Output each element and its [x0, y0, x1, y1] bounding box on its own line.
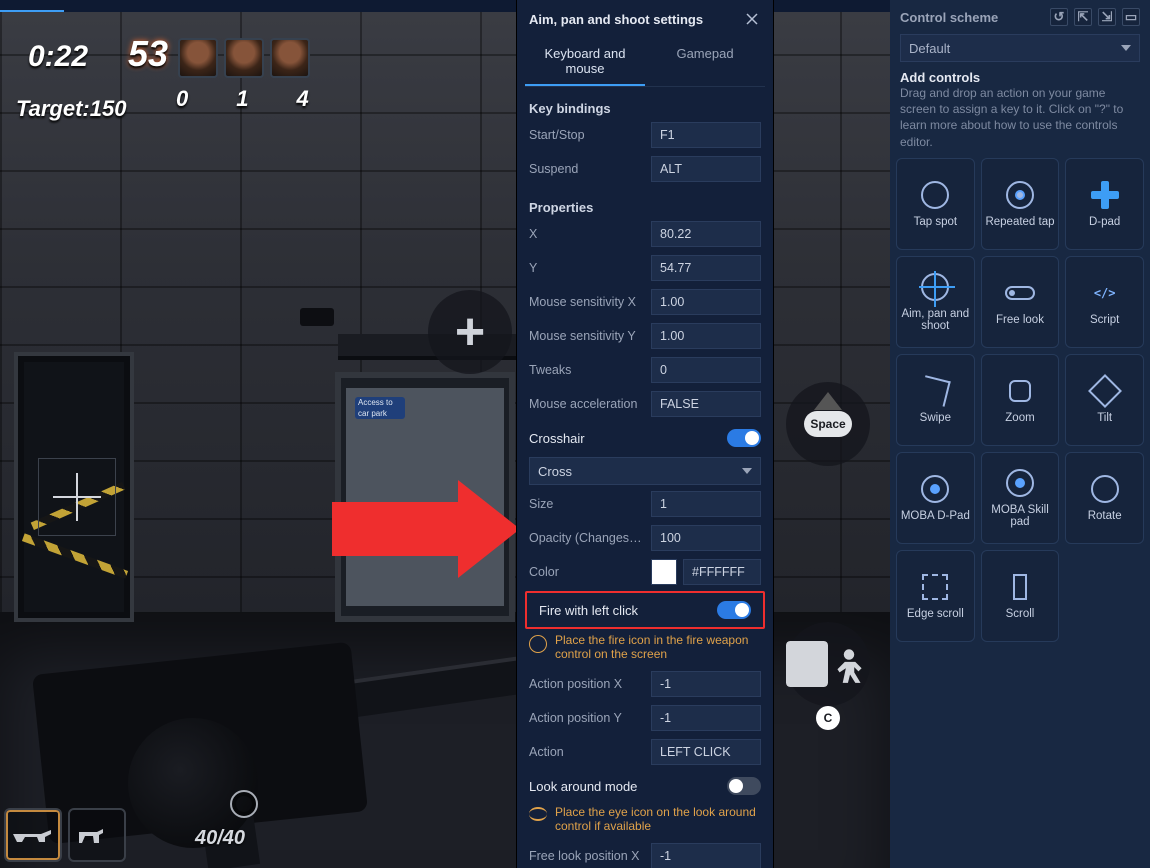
jump-key-label: Space: [804, 411, 852, 437]
panel-title: Aim, pan and shoot settings: [529, 12, 703, 27]
input-size[interactable]: [651, 491, 761, 517]
hud-timer: 0:22: [28, 42, 88, 72]
select-crosshair-shape[interactable]: Cross: [529, 457, 761, 485]
control-aim-pan-shoot[interactable]: Aim, pan and shoot: [896, 256, 975, 348]
enemy-avatar: [270, 38, 310, 78]
control-tilt[interactable]: Tilt: [1065, 354, 1144, 446]
control-rotate[interactable]: Rotate: [1065, 452, 1144, 544]
control-zoom[interactable]: Zoom: [981, 354, 1060, 446]
hint-fire: Place the fire icon in the fire weapon c…: [555, 633, 761, 661]
mouse-icon: [529, 635, 547, 653]
annotation-arrow: [332, 480, 522, 578]
input-start-stop[interactable]: [651, 122, 761, 148]
aim-pan-shoot-overlay[interactable]: [38, 458, 116, 536]
crouch-button[interactable]: [786, 622, 870, 706]
label-mouse-sens-x: Mouse sensitivity X: [529, 295, 645, 309]
chevron-down-icon: [1121, 45, 1131, 51]
close-icon[interactable]: [743, 10, 761, 28]
input-x[interactable]: [651, 221, 761, 247]
enemy-avatar: [224, 38, 264, 78]
toggle-look-around[interactable]: [727, 777, 761, 795]
player-score: 1: [236, 88, 248, 110]
hud-ammo: 40/40: [195, 828, 245, 848]
input-mouse-sens-x[interactable]: [651, 289, 761, 315]
controls-editor-sidebar: Control scheme ↺ ⇱ ⇲ ▭ Default Add contr…: [890, 0, 1150, 868]
label-freelook-pos-x: Free look position X: [529, 849, 645, 863]
section-properties: Properties: [517, 192, 773, 217]
aim-pan-shoot-settings-panel: Aim, pan and shoot settings Keyboard and…: [516, 0, 774, 868]
label-tweaks: Tweaks: [529, 363, 645, 377]
weapon-slot-secondary[interactable]: [68, 808, 126, 862]
hud-target: Target:150: [16, 98, 126, 120]
section-key-bindings: Key bindings: [517, 93, 773, 118]
label-suspend: Suspend: [529, 162, 645, 176]
open-icon[interactable]: ▭: [1122, 8, 1140, 26]
tab-gamepad[interactable]: Gamepad: [645, 38, 765, 86]
color-swatch[interactable]: [651, 559, 677, 585]
control-moba-dpad[interactable]: MOBA D-Pad: [896, 452, 975, 544]
weapon-slot-primary[interactable]: [4, 808, 62, 862]
control-script[interactable]: </>Script: [1065, 256, 1144, 348]
label-fire-left-click: Fire with left click: [539, 603, 638, 618]
label-look-around: Look around mode: [529, 779, 637, 794]
control-dpad[interactable]: D-pad: [1065, 158, 1144, 250]
export-icon[interactable]: ⇱: [1074, 8, 1092, 26]
import-icon[interactable]: ⇲: [1098, 8, 1116, 26]
label-size: Size: [529, 497, 645, 511]
label-start-stop: Start/Stop: [529, 128, 645, 142]
hint-look-around: Place the eye icon on the look around co…: [555, 805, 761, 833]
input-mouse-sens-y[interactable]: [651, 323, 761, 349]
input-color[interactable]: [683, 559, 761, 585]
section-crosshair: Crosshair: [529, 431, 585, 446]
label-action-pos-y: Action position Y: [529, 711, 645, 725]
toggle-crosshair[interactable]: [727, 429, 761, 447]
input-tweaks[interactable]: [651, 357, 761, 383]
input-suspend[interactable]: [651, 156, 761, 182]
control-scheme-label: Control scheme: [900, 10, 998, 25]
label-opacity: Opacity (Changes ap...: [529, 531, 645, 545]
control-scroll[interactable]: Scroll: [981, 550, 1060, 642]
door-sign: Access to car park: [355, 397, 405, 419]
heal-button[interactable]: +: [428, 290, 512, 374]
grenade-slot[interactable]: [230, 790, 258, 818]
input-action[interactable]: [651, 739, 761, 765]
jump-button[interactable]: Space: [786, 382, 870, 466]
tab-keyboard-mouse[interactable]: Keyboard and mouse: [525, 38, 645, 86]
control-moba-skill[interactable]: MOBA Skill pad: [981, 452, 1060, 544]
input-y[interactable]: [651, 255, 761, 281]
input-action-pos-x[interactable]: [651, 671, 761, 697]
crouch-key-label: C: [816, 706, 840, 730]
control-repeated-tap[interactable]: Repeated tap: [981, 158, 1060, 250]
add-controls-desc: Drag and drop an action on your game scr…: [890, 85, 1150, 158]
label-x: X: [529, 227, 645, 241]
add-controls-title: Add controls: [890, 70, 1150, 85]
label-action-pos-x: Action position X: [529, 677, 645, 691]
label-mouse-sens-y: Mouse sensitivity Y: [529, 329, 645, 343]
eye-icon: [529, 807, 547, 821]
label-mouse-accel: Mouse acceleration: [529, 397, 645, 411]
input-action-pos-y[interactable]: [651, 705, 761, 731]
hud-killcount: 53: [128, 36, 168, 72]
control-scheme-select[interactable]: Default: [900, 34, 1140, 62]
control-free-look[interactable]: Free look: [981, 256, 1060, 348]
input-opacity[interactable]: [651, 525, 761, 551]
security-camera: [300, 308, 334, 326]
control-tap-spot[interactable]: Tap spot: [896, 158, 975, 250]
toggle-fire-left-click[interactable]: [717, 601, 751, 619]
player-score: 0: [176, 88, 188, 110]
undo-icon[interactable]: ↺: [1050, 8, 1068, 26]
player-score: 4: [297, 88, 309, 110]
enemy-avatar: [178, 38, 218, 78]
input-mouse-accel[interactable]: [651, 391, 761, 417]
label-color: Color: [529, 565, 645, 579]
control-edge-scroll[interactable]: Edge scroll: [896, 550, 975, 642]
chevron-down-icon: [742, 468, 752, 474]
input-freelook-pos-x[interactable]: [651, 843, 761, 868]
label-action: Action: [529, 745, 645, 759]
control-swipe[interactable]: Swipe: [896, 354, 975, 446]
label-y: Y: [529, 261, 645, 275]
